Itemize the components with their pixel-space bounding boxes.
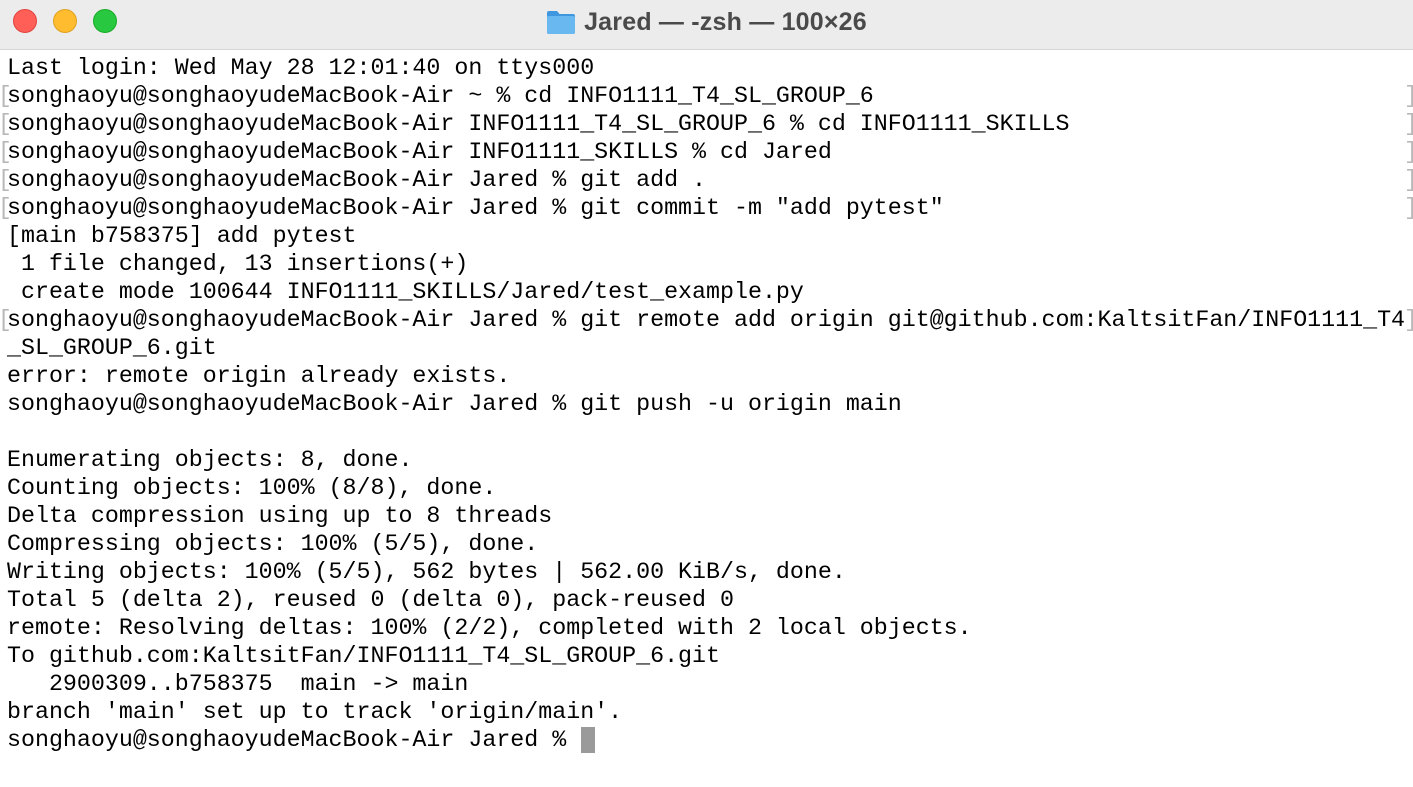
line-mark-right: ] bbox=[1404, 306, 1413, 334]
terminal-line: songhaoyu@songhaoyudeMacBook-Air Jared % bbox=[7, 727, 581, 753]
terminal-line: branch 'main' set up to track 'origin/ma… bbox=[7, 699, 623, 725]
terminal-line: Counting objects: 100% (8/8), done. bbox=[7, 475, 497, 501]
line-mark-right: ] bbox=[1404, 110, 1413, 138]
terminal-line: To github.com:KaltsitFan/INFO1111_T4_SL_… bbox=[7, 643, 721, 669]
line-mark-right: ] bbox=[1404, 138, 1413, 166]
line-mark-right: ] bbox=[1404, 82, 1413, 110]
folder-icon bbox=[547, 11, 576, 34]
terminal-line: songhaoyu@songhaoyudeMacBook-Air INFO111… bbox=[7, 111, 1070, 137]
line-mark-right: ] bbox=[1404, 194, 1413, 222]
terminal-line: 1 file changed, 13 insertions(+) bbox=[7, 251, 469, 277]
terminal-line: create mode 100644 INFO1111_SKILLS/Jared… bbox=[7, 279, 804, 305]
terminal-line: error: remote origin already exists. bbox=[7, 363, 511, 389]
terminal-line: Writing objects: 100% (5/5), 562 bytes |… bbox=[7, 559, 846, 585]
terminal-line: Enumerating objects: 8, done. bbox=[7, 447, 413, 473]
terminal-line: songhaoyu@songhaoyudeMacBook-Air Jared %… bbox=[7, 195, 944, 221]
terminal-line: Delta compression using up to 8 threads bbox=[7, 503, 553, 529]
terminal-content[interactable]: Last login: Wed May 28 12:01:40 on ttys0… bbox=[0, 54, 1413, 787]
terminal-line: Last login: Wed May 28 12:01:40 on ttys0… bbox=[7, 55, 595, 81]
terminal-line: songhaoyu@songhaoyudeMacBook-Air INFO111… bbox=[7, 139, 832, 165]
terminal-line: songhaoyu@songhaoyudeMacBook-Air ~ % cd … bbox=[7, 83, 874, 109]
terminal-line: remote: Resolving deltas: 100% (2/2), co… bbox=[7, 615, 972, 641]
window-title: Jared — -zsh — 100×26 bbox=[584, 7, 867, 36]
terminal-line: 2900309..b758375 main -> main bbox=[7, 671, 469, 697]
terminal-line: [main b758375] add pytest bbox=[7, 223, 357, 249]
terminal-line: songhaoyu@songhaoyudeMacBook-Air Jared %… bbox=[7, 167, 707, 193]
terminal-line: songhaoyu@songhaoyudeMacBook-Air Jared %… bbox=[7, 307, 1406, 333]
window-title-group: Jared — -zsh — 100×26 bbox=[0, 0, 1413, 44]
terminal-line: Total 5 (delta 2), reused 0 (delta 0), p… bbox=[7, 587, 734, 613]
title-bar[interactable]: Jared — -zsh — 100×26 bbox=[0, 0, 1413, 50]
line-mark-right: ] bbox=[1404, 166, 1413, 194]
text-cursor bbox=[581, 727, 595, 753]
terminal-line: Compressing objects: 100% (5/5), done. bbox=[7, 531, 539, 557]
terminal-line: _SL_GROUP_6.git bbox=[7, 335, 217, 361]
terminal-line: songhaoyu@songhaoyudeMacBook-Air Jared %… bbox=[7, 391, 902, 417]
terminal-window: Jared — -zsh — 100×26 Last login: Wed Ma… bbox=[0, 0, 1413, 787]
